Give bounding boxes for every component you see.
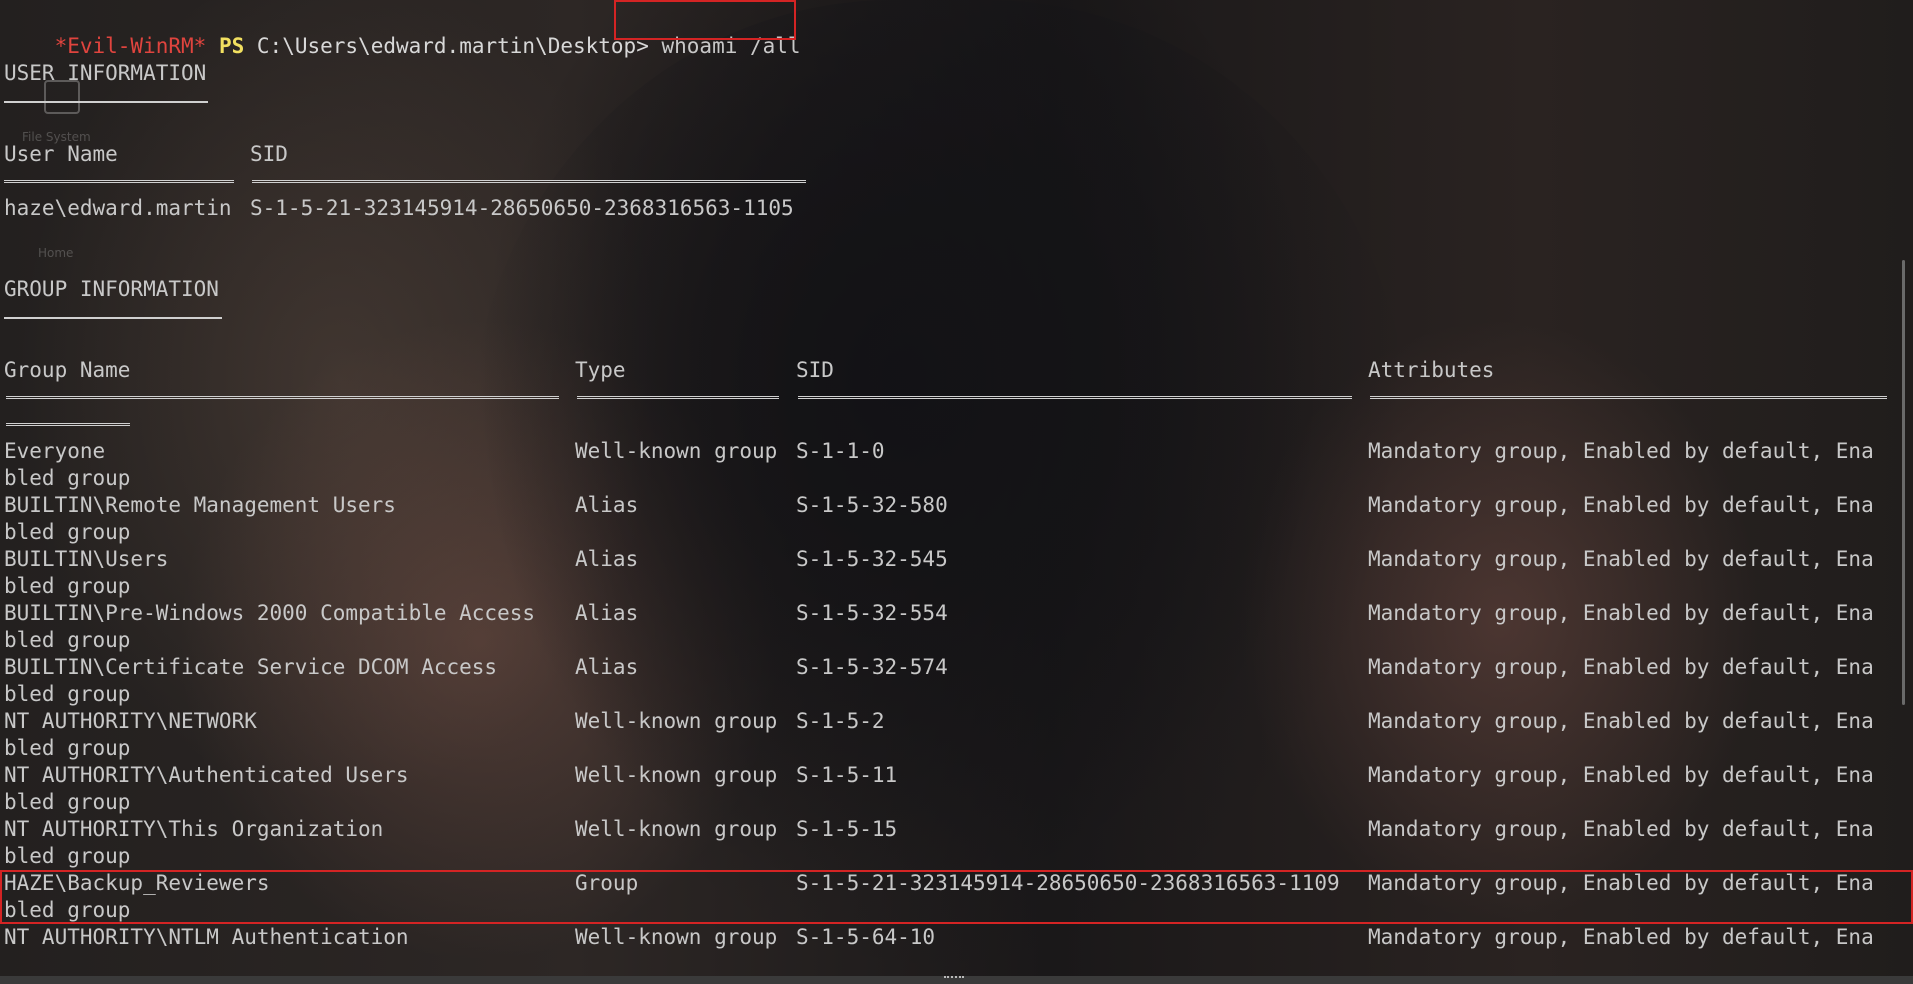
column-underline-wrap bbox=[6, 423, 130, 426]
group-name-cell: BUILTIN\Certificate Service DCOM Access bbox=[4, 655, 498, 679]
group-attributes-wrap: bled group bbox=[4, 520, 131, 544]
group-sid-cell: S-1-5-32-545 bbox=[796, 547, 948, 571]
group-name-cell: BUILTIN\Remote Management Users bbox=[4, 493, 396, 517]
heading-underline bbox=[4, 101, 208, 103]
group-name-cell: NT AUTHORITY\NTLM Authentication bbox=[4, 925, 409, 949]
group-sid-cell: S-1-5-2 bbox=[796, 709, 885, 733]
group-type-cell: Well-known group bbox=[575, 925, 778, 949]
group-attributes-cell: Mandatory group, Enabled by default, Ena bbox=[1368, 655, 1874, 679]
prompt-path: C:\Users\edward.martin\Desktop> bbox=[256, 34, 649, 58]
user-sid-header: SID bbox=[250, 142, 288, 166]
column-underline bbox=[1370, 396, 1887, 399]
group-sid-cell: S-1-1-0 bbox=[796, 439, 885, 463]
group-sid-cell: S-1-5-64-10 bbox=[796, 925, 936, 949]
group-sid-cell: S-1-5-15 bbox=[796, 817, 898, 841]
group-type-cell: Alias bbox=[575, 493, 639, 517]
group-attributes-cell: Mandatory group, Enabled by default, Ena bbox=[1368, 925, 1874, 949]
command-highlight-box bbox=[614, 0, 796, 40]
terminal-bottom-edge bbox=[0, 976, 1913, 984]
group-attributes-wrap: bled group bbox=[4, 682, 131, 706]
group-attributes-wrap: bled group bbox=[4, 574, 131, 598]
group-type-cell: Alias bbox=[575, 655, 639, 679]
group-name-cell: NT AUTHORITY\Authenticated Users bbox=[4, 763, 409, 787]
group-attributes-cell: Mandatory group, Enabled by default, Ena bbox=[1368, 547, 1874, 571]
group-attributes-wrap: bled group bbox=[4, 736, 131, 760]
group-type-cell: Well-known group bbox=[575, 439, 778, 463]
column-underline bbox=[4, 180, 234, 183]
group-attributes-cell: Mandatory group, Enabled by default, Ena bbox=[1368, 439, 1874, 463]
group-attributes-header: Attributes bbox=[1368, 358, 1495, 382]
desktop-item-label: Home bbox=[38, 246, 74, 260]
column-underline bbox=[577, 396, 779, 399]
group-type-cell: Alias bbox=[575, 601, 639, 625]
group-sid-header: SID bbox=[796, 358, 834, 382]
column-underline bbox=[6, 396, 559, 399]
group-name-header: Group Name bbox=[4, 358, 131, 382]
group-attributes-wrap: bled group bbox=[4, 844, 131, 868]
group-type-cell: Alias bbox=[575, 547, 639, 571]
group-name-cell: NT AUTHORITY\NETWORK bbox=[4, 709, 257, 733]
group-name-cell: BUILTIN\Users bbox=[4, 547, 169, 571]
terminal-window[interactable]: File System Home *Evil-WinRM* PS C:\User… bbox=[0, 0, 1913, 984]
prompt-shell-name: *Evil-WinRM* bbox=[54, 34, 207, 58]
group-type-cell: Well-known group bbox=[575, 817, 778, 841]
group-sid-cell: S-1-5-32-574 bbox=[796, 655, 948, 679]
group-attributes-cell: Mandatory group, Enabled by default, Ena bbox=[1368, 763, 1874, 787]
terminal-scrollbar[interactable] bbox=[1902, 260, 1905, 705]
column-underline bbox=[252, 180, 806, 183]
group-attributes-cell: Mandatory group, Enabled by default, Ena bbox=[1368, 601, 1874, 625]
group-type-header: Type bbox=[575, 358, 626, 382]
group-type-cell: Well-known group bbox=[575, 763, 778, 787]
group-attributes-cell: Mandatory group, Enabled by default, Ena bbox=[1368, 493, 1874, 517]
group-attributes-cell: Mandatory group, Enabled by default, Ena bbox=[1368, 709, 1874, 733]
prompt-ps-label: PS bbox=[218, 34, 245, 58]
group-attributes-cell: Mandatory group, Enabled by default, Ena bbox=[1368, 817, 1874, 841]
group-sid-cell: S-1-5-32-580 bbox=[796, 493, 948, 517]
user-info-heading: USER INFORMATION bbox=[4, 61, 207, 85]
user-name-value: haze\edward.martin bbox=[4, 196, 232, 220]
group-name-cell: Everyone bbox=[4, 439, 106, 463]
group-name-cell: NT AUTHORITY\This Organization bbox=[4, 817, 384, 841]
group-info-heading: GROUP INFORMATION bbox=[4, 277, 219, 301]
column-underline bbox=[798, 396, 1352, 399]
group-attributes-wrap: bled group bbox=[4, 628, 131, 652]
group-highlight-box bbox=[0, 870, 1913, 924]
group-attributes-wrap: bled group bbox=[4, 790, 131, 814]
group-attributes-wrap: bled group bbox=[4, 466, 131, 490]
group-sid-cell: S-1-5-32-554 bbox=[796, 601, 948, 625]
group-name-cell: BUILTIN\Pre-Windows 2000 Compatible Acce… bbox=[4, 601, 536, 625]
heading-underline bbox=[4, 317, 222, 319]
user-name-header: User Name bbox=[4, 142, 118, 166]
group-sid-cell: S-1-5-11 bbox=[796, 763, 898, 787]
resize-handle-icon[interactable] bbox=[944, 976, 964, 982]
user-sid-value: S-1-5-21-323145914-28650650-2368316563-1… bbox=[250, 196, 794, 220]
group-type-cell: Well-known group bbox=[575, 709, 778, 733]
